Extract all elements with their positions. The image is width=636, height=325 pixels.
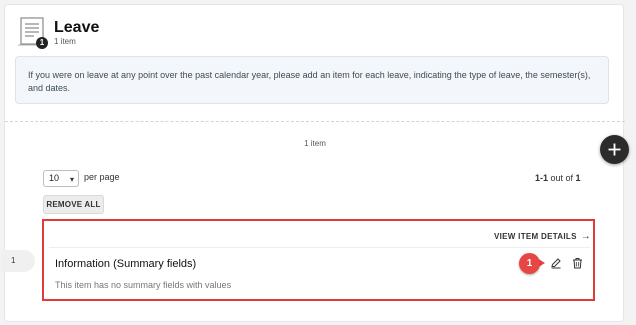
section-count-badge: 1 [36, 37, 48, 49]
view-item-details-label: VIEW ITEM DETAILS [494, 232, 577, 241]
add-item-button[interactable] [600, 135, 629, 164]
instructions-info-box: If you were on leave at any point over t… [15, 56, 609, 104]
item-summary-title: Information (Summary fields) [55, 258, 197, 270]
section-divider [5, 121, 625, 122]
range-total: 1 [575, 173, 581, 183]
leave-section-card: 1 Leave 1 item If you were on leave at a… [1, 4, 625, 322]
pagination-range: 1-1 out of 1 [535, 173, 581, 183]
section-item-count: 1 item [54, 37, 76, 46]
per-page-label: per page [84, 172, 120, 182]
item-summary-card: Information (Summary fields) This item h… [49, 247, 590, 294]
per-page-value: 10 [49, 173, 60, 183]
arrow-right-icon: → [580, 231, 592, 242]
chevron-down-icon: ▾ [69, 175, 74, 184]
item-index-tab: 1 [1, 250, 35, 272]
view-item-details-link[interactable]: VIEW ITEM DETAILS → [494, 231, 591, 242]
item-summary-note: This item has no summary fields with val… [55, 280, 232, 290]
plus-icon [608, 143, 621, 156]
range-separator: out of [548, 173, 576, 183]
step-badge: 1 [519, 253, 540, 274]
list-item-count: 1 item [304, 139, 326, 148]
edit-icon[interactable] [550, 256, 562, 269]
section-title: Leave [54, 19, 100, 36]
instructions-text: If you were on leave at any point over t… [28, 70, 591, 93]
trash-icon[interactable] [572, 256, 583, 269]
per-page-select[interactable]: 10 ▾ [43, 170, 79, 187]
range-start: 1-1 [535, 173, 549, 183]
remove-all-button[interactable]: REMOVE ALL [43, 195, 104, 214]
